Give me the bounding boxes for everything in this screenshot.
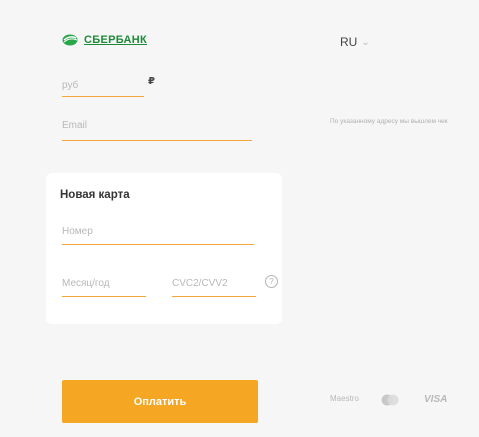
cvc-input[interactable]: CVC2/CVV2 [172, 278, 228, 289]
cvc-underline [172, 296, 256, 297]
email-input[interactable]: Email [62, 120, 87, 131]
expiry-input[interactable]: Месяц/год [62, 278, 110, 289]
card-number-input[interactable]: Номер [62, 226, 93, 237]
amount-input[interactable]: руб [62, 80, 78, 91]
card-number-underline [62, 244, 254, 245]
maestro-logo: Maestro [330, 394, 359, 403]
language-selector[interactable]: RU ⌄ [340, 35, 370, 49]
ruble-currency-symbol: ₽ [148, 76, 155, 87]
language-label: RU [340, 35, 358, 49]
sberbank-logo: СБЕРБАНК [62, 34, 147, 46]
email-underline [62, 140, 252, 141]
question-circle-icon[interactable]: ? [265, 275, 278, 288]
sberbank-logo-icon [62, 34, 78, 46]
visa-logo: VISA [424, 394, 448, 405]
amount-underline [62, 96, 144, 97]
expiry-underline [62, 296, 146, 297]
card-panel-title: Новая карта [60, 189, 130, 201]
brand-name: СБЕРБАНК [84, 34, 148, 46]
chevron-down-icon: ⌄ [361, 36, 370, 48]
pay-button[interactable]: Оплатить [62, 380, 258, 423]
mastercard-logo-icon [381, 394, 399, 406]
email-hint: По указанному адресу мы вышлем чек [330, 118, 448, 125]
